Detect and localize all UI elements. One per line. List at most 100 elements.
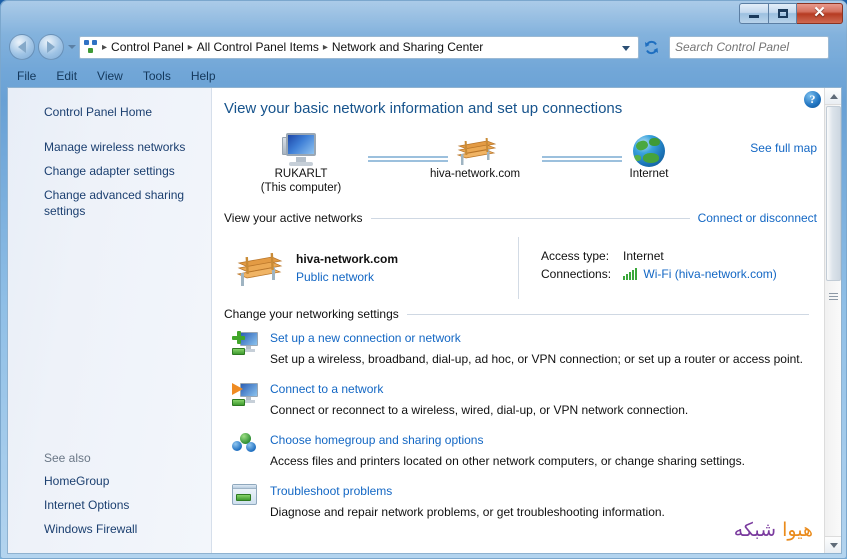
setting-icon-wrap — [232, 380, 270, 417]
active-networks-header: View your active networks Connect or dis… — [224, 211, 817, 225]
see-also-section: See also HomeGroup Internet Options Wind… — [8, 449, 211, 541]
address-bar[interactable]: ▸ Control Panel ▸ All Control Panel Item… — [79, 36, 639, 59]
connections-row: Connections: Wi-Fi (hiva-network.com) — [541, 265, 777, 283]
header-rule — [407, 314, 809, 315]
setup-new-connection-desc: Set up a wireless, broadband, dial-up, a… — [270, 352, 817, 366]
vertical-scrollbar[interactable] — [824, 88, 841, 553]
minimize-button[interactable] — [739, 3, 768, 24]
menu-edit[interactable]: Edit — [46, 67, 87, 85]
breadcrumb-control-panel[interactable]: Control Panel — [108, 40, 187, 54]
scrollbar-grip — [829, 293, 838, 301]
network-sharing-center-window: ✕ ▸ Control Panel ▸ All Control Panel It… — [0, 0, 847, 559]
refresh-button[interactable] — [640, 36, 662, 59]
troubleshoot-problems-link[interactable]: Troubleshoot problems — [270, 484, 392, 498]
menu-view[interactable]: View — [87, 67, 133, 85]
connect-or-disconnect-link[interactable]: Connect or disconnect — [698, 211, 817, 225]
sidebar-spacer — [8, 124, 211, 135]
wifi-connection-link[interactable]: Wi-Fi (hiva-network.com) — [643, 267, 776, 281]
menu-tools[interactable]: Tools — [133, 67, 181, 85]
setting-icon-wrap — [232, 431, 270, 468]
setting-item-connect-to-network[interactable]: Connect to a network Connect or reconnec… — [212, 380, 841, 417]
active-network-text: hiva-network.com Public network — [296, 252, 398, 284]
refresh-icon — [644, 40, 659, 55]
setup-new-connection-link[interactable]: Set up a new connection or network — [270, 331, 461, 345]
choose-homegroup-desc: Access files and printers located on oth… — [270, 454, 817, 468]
network-node-computer[interactable]: RUKARLT (This computer) — [236, 123, 366, 195]
access-type-row: Access type: Internet — [541, 247, 777, 265]
troubleshoot-problems-desc: Diagnose and repair network problems, or… — [270, 505, 817, 519]
connect-to-network-link[interactable]: Connect to a network — [270, 382, 383, 396]
navigation-bar: ▸ Control Panel ▸ All Control Panel Item… — [1, 30, 847, 64]
sidebar-item-homegroup[interactable]: HomeGroup — [8, 469, 211, 493]
active-network-identity: hiva-network.com Public network — [232, 235, 512, 301]
watermark: هیوا شبکه — [734, 519, 813, 541]
active-network-name: hiva-network.com — [296, 252, 398, 266]
menu-bar: File Edit View Tools Help — [7, 65, 842, 87]
see-full-map-link[interactable]: See full map — [750, 141, 817, 155]
see-also-title: See also — [8, 449, 211, 469]
connect-network-icon — [232, 382, 258, 406]
forward-arrow-icon — [47, 41, 55, 53]
connections-value-cell: Wi-Fi (hiva-network.com) — [623, 265, 777, 283]
networking-settings-header: Change your networking settings — [224, 307, 817, 321]
breadcrumb-separator: ▸ — [101, 42, 108, 53]
settings-list: Set up a new connection or network Set u… — [212, 329, 841, 519]
setting-body: Choose homegroup and sharing options Acc… — [270, 431, 817, 468]
breadcrumb-all-control-panel-items[interactable]: All Control Panel Items — [194, 40, 322, 54]
setting-body: Set up a new connection or network Set u… — [270, 329, 817, 366]
search-input[interactable] — [675, 40, 832, 54]
menu-help[interactable]: Help — [181, 67, 226, 85]
recent-pages-dropdown[interactable] — [68, 45, 76, 49]
vertical-divider — [518, 237, 519, 299]
network-map: See full map RUKARLT (This computer) — [212, 123, 841, 211]
close-icon: ✕ — [813, 6, 826, 21]
back-button[interactable] — [9, 34, 35, 60]
sidebar: Control Panel Home Manage wireless netwo… — [8, 88, 212, 553]
scroll-up-button[interactable] — [825, 88, 841, 105]
sidebar-item-control-panel-home[interactable]: Control Panel Home — [8, 100, 211, 124]
new-connection-icon — [232, 331, 258, 355]
chevron-up-icon — [830, 94, 838, 99]
setting-item-setup-new-connection[interactable]: Set up a new connection or network Set u… — [212, 329, 841, 366]
bench-icon-wrap — [410, 123, 540, 167]
sidebar-item-windows-firewall[interactable]: Windows Firewall — [8, 517, 211, 541]
globe-icon — [633, 135, 665, 167]
network-node-name: RUKARLT — [236, 167, 366, 181]
search-box[interactable] — [669, 36, 829, 59]
troubleshoot-icon — [232, 484, 258, 506]
forward-button[interactable] — [38, 34, 64, 60]
breadcrumb-network-and-sharing-center[interactable]: Network and Sharing Center — [329, 40, 486, 54]
setting-body: Connect to a network Connect or reconnec… — [270, 380, 817, 417]
scroll-down-button[interactable] — [825, 536, 841, 553]
networking-settings-title: Change your networking settings — [224, 307, 399, 321]
sidebar-item-internet-options[interactable]: Internet Options — [8, 493, 211, 517]
active-network-type-link[interactable]: Public network — [296, 270, 398, 284]
client-area: Control Panel Home Manage wireless netwo… — [7, 87, 842, 554]
choose-homegroup-link[interactable]: Choose homegroup and sharing options — [270, 433, 483, 447]
computer-icon-wrap — [236, 123, 366, 167]
active-networks-title: View your active networks — [224, 211, 363, 225]
setting-item-troubleshoot[interactable]: Troubleshoot problems Diagnose and repai… — [212, 482, 841, 519]
menu-file[interactable]: File — [7, 67, 46, 85]
sidebar-item-manage-wireless-networks[interactable]: Manage wireless networks — [8, 135, 211, 159]
connect-to-network-desc: Connect or reconnect to a wireless, wire… — [270, 403, 817, 417]
maximize-button[interactable] — [768, 3, 797, 24]
sidebar-item-change-advanced-sharing-settings[interactable]: Change advanced sharing settings — [8, 183, 211, 223]
header-rule — [371, 218, 690, 219]
page-title: View your basic network information and … — [212, 98, 841, 117]
globe-icon-wrap — [584, 123, 714, 167]
address-dropdown-icon[interactable] — [622, 46, 630, 51]
close-button[interactable]: ✕ — [797, 3, 843, 24]
help-button[interactable]: ? — [804, 91, 821, 108]
setting-item-homegroup[interactable]: Choose homegroup and sharing options Acc… — [212, 431, 841, 468]
window-controls: ✕ — [739, 3, 843, 24]
access-type-label: Access type: — [541, 247, 623, 265]
sidebar-item-change-adapter-settings[interactable]: Change adapter settings — [8, 159, 211, 183]
setting-body: Troubleshoot problems Diagnose and repai… — [270, 482, 817, 519]
network-node-name: hiva-network.com — [410, 167, 540, 181]
back-arrow-icon — [18, 41, 26, 53]
network-node-internet[interactable]: Internet — [584, 123, 714, 181]
network-node-network[interactable]: hiva-network.com — [410, 123, 540, 181]
computer-icon — [282, 133, 320, 167]
scrollbar-thumb[interactable] — [826, 106, 841, 281]
